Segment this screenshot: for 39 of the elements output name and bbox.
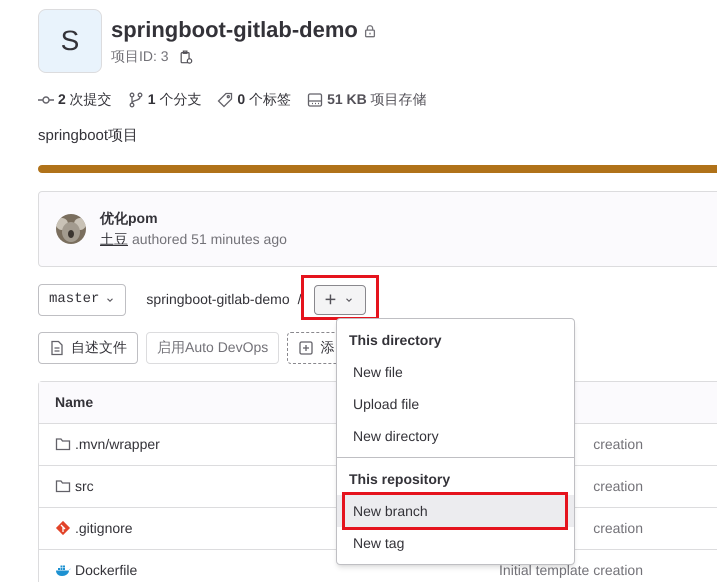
- file-link[interactable]: .mvn/wrapper: [75, 434, 160, 454]
- column-header: Name: [55, 392, 94, 412]
- file-link[interactable]: .gitignore: [75, 518, 133, 538]
- action-button[interactable]: 启用Auto DevOps: [146, 332, 280, 364]
- commit-message-link[interactable]: creation: [593, 476, 643, 496]
- clipboard-icon: [178, 48, 193, 64]
- commit-title[interactable]: 优化pom: [100, 208, 287, 228]
- commit-message-link[interactable]: creation: [593, 518, 643, 538]
- project-avatar: S: [38, 9, 102, 73]
- add-dropdown-button[interactable]: +: [314, 284, 366, 314]
- file-link[interactable]: src: [75, 476, 94, 496]
- stat-link[interactable]: 51 KB 项目存储: [327, 89, 427, 110]
- file-link[interactable]: Dockerfile: [75, 560, 138, 580]
- menu-section-header: This directory: [349, 330, 442, 350]
- stat-link[interactable]: 0 个标签: [237, 89, 292, 110]
- branch-dropdown[interactable]: master: [38, 284, 126, 316]
- project-title[interactable]: springboot-gitlab-demo: [111, 15, 358, 45]
- breadcrumb-link[interactable]: springboot-gitlab-demo: [146, 289, 290, 310]
- tag-icon: [217, 92, 234, 108]
- project-id: 项目ID: 3: [111, 47, 169, 66]
- document-icon: [49, 340, 65, 356]
- folder-icon: [55, 436, 71, 452]
- menu-section-header: This repository: [349, 470, 450, 489]
- stat-link[interactable]: 1 个分支: [148, 89, 202, 110]
- menu-item[interactable]: New directory: [337, 420, 574, 452]
- branch-icon: [128, 92, 144, 108]
- project-description: springboot项目: [38, 126, 140, 146]
- plus-square-icon: [298, 340, 314, 356]
- menu-item[interactable]: Upload file: [337, 388, 574, 420]
- action-button[interactable]: 自述文件: [38, 332, 138, 364]
- breadcrumb-separator: /: [298, 290, 302, 309]
- author-link[interactable]: 土豆: [100, 228, 128, 250]
- commit-message-link[interactable]: creation: [593, 434, 643, 454]
- folder-icon: [55, 478, 71, 494]
- stat-link[interactable]: 2 次提交: [58, 89, 112, 110]
- menu-item[interactable]: New branch: [337, 495, 574, 527]
- user-avatar: [56, 214, 86, 244]
- commit-meta: authored 51 minutes ago: [132, 230, 287, 249]
- menu-item[interactable]: New tag: [337, 527, 574, 559]
